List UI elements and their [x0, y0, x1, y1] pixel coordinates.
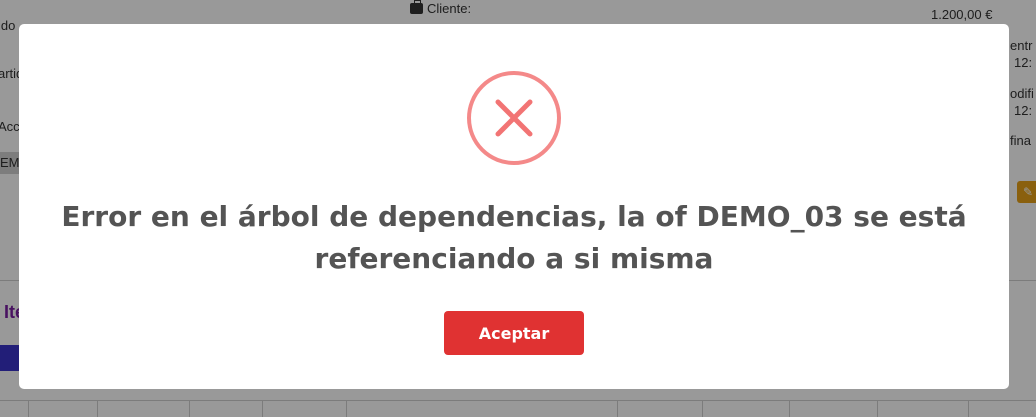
- error-dialog: Error en el árbol de dependencias, la of…: [19, 24, 1009, 389]
- error-x-circle-icon: [466, 70, 562, 166]
- accept-button[interactable]: Aceptar: [444, 311, 584, 355]
- error-message: Error en el árbol de dependencias, la of…: [61, 200, 967, 275]
